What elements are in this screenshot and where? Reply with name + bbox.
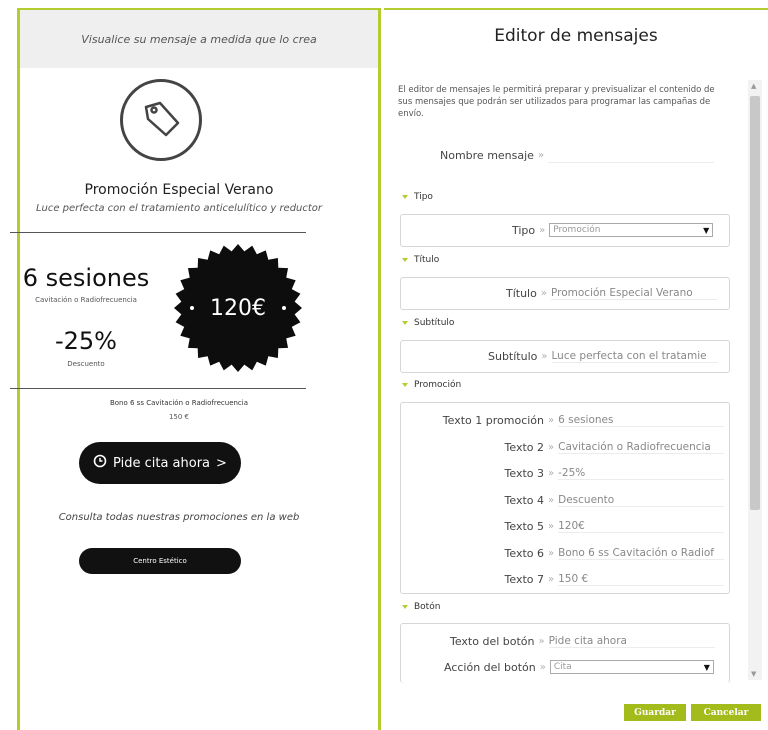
preview-discount-sub: Descuento [67, 360, 105, 368]
promocion-field-label: Texto 4 [504, 493, 544, 507]
separator: » [537, 150, 545, 161]
promocion-field-input[interactable]: 120€ [558, 520, 725, 533]
promocion-field-row: Texto 4 » Descuento [408, 493, 725, 507]
subtitulo-row: Subtítulo » Luce perfecta con el tratami… [488, 350, 718, 363]
preview-divider-top [10, 232, 306, 233]
nombre-mensaje-label: Nombre mensaje [440, 149, 534, 162]
collapse-triangle-icon [402, 258, 408, 262]
titulo-row: Título » Promoción Especial Verano [506, 287, 717, 300]
tipo-label: Tipo [512, 223, 536, 237]
tipo-row: Tipo » Promoción ▼ [512, 223, 714, 237]
subtitulo-label: Subtítulo [488, 350, 538, 363]
editor-scrollbar-thumb[interactable] [750, 96, 760, 510]
subtitulo-input[interactable]: Luce perfecta con el tratamie [551, 350, 718, 363]
separator: » [548, 547, 555, 559]
separator: » [548, 521, 555, 532]
nombre-mensaje-row: Nombre mensaje » [440, 148, 715, 163]
separator: » [548, 574, 555, 585]
section-subtitulo[interactable]: Subtítulo [402, 318, 454, 328]
boton-texto-input[interactable]: Pide cita ahora [548, 635, 715, 648]
separator: » [548, 468, 555, 479]
promocion-field-row: Texto 6 » Bono 6 ss Cavitación o Radiof [408, 546, 725, 560]
editor-intro: El editor de mensajes le permitirá prepa… [398, 85, 715, 119]
promocion-field-input[interactable]: -25% [558, 467, 725, 480]
promocion-field-label: Texto 6 [504, 546, 544, 560]
preview-subtitle: Luce perfecta con el tratamiento anticel… [35, 203, 323, 214]
boton-texto-row: Texto del botón » Pide cita ahora [450, 635, 715, 648]
section-boton[interactable]: Botón [402, 602, 440, 612]
tipo-select[interactable]: Promoción ▼ [549, 223, 714, 237]
titulo-label: Título [506, 287, 537, 300]
titulo-input[interactable]: Promoción Especial Verano [550, 287, 717, 300]
promocion-field-label: Texto 5 [504, 520, 544, 533]
promocion-field-label: Texto 7 [504, 573, 544, 586]
promocion-field-row: Texto 1 promoción » 6 sesiones [408, 414, 725, 427]
cancelar-button[interactable]: Cancelar [691, 704, 761, 721]
promocion-field-row: Texto 2 » Cavitación o Radiofrecuencia [408, 440, 725, 454]
pide-cita-button[interactable]: Pide cita ahora > [79, 442, 241, 484]
dropdown-arrow-icon: ▼ [703, 225, 710, 235]
preview-consulta: Consulta todas nuestras promociones en l… [58, 512, 300, 523]
boton-accion-select[interactable]: Cita ▼ [549, 660, 714, 674]
separator: » [548, 441, 555, 453]
scroll-down-icon[interactable]: ▼ [751, 670, 756, 678]
collapse-triangle-icon [402, 383, 408, 387]
promocion-field-input[interactable]: Descuento [558, 494, 725, 507]
section-titulo[interactable]: Título [402, 255, 439, 265]
collapse-triangle-icon [402, 605, 408, 609]
promocion-field-input[interactable]: 150 € [558, 573, 725, 586]
preview-header: Visualice su mensaje a medida que lo cre… [20, 10, 378, 68]
promocion-field-row: Texto 7 » 150 € [408, 573, 725, 586]
promocion-field-label: Texto 2 [504, 440, 544, 454]
preview-bono: Bono 6 ss Cavitación o Radiofrecuencia [109, 399, 249, 407]
promocion-field-label: Texto 3 [504, 467, 544, 480]
dropdown-arrow-icon: ▼ [703, 662, 710, 672]
separator: » [548, 415, 555, 426]
separator: » [548, 494, 555, 506]
nombre-mensaje-input[interactable] [548, 148, 715, 163]
preview-bono-price: 150 € [168, 413, 190, 421]
boton-accion-row: Acción del botón » Cita ▼ [444, 660, 714, 674]
promocion-field-input[interactable]: Bono 6 ss Cavitación o Radiof [558, 547, 725, 560]
section-tipo[interactable]: Tipo [402, 192, 433, 202]
promocion-field-input[interactable]: Cavitación o Radiofrecuencia [558, 441, 725, 454]
preview-sessions-sub: Cavitación o Radiofrecuencia [35, 296, 137, 304]
scroll-up-icon[interactable]: ▲ [751, 82, 756, 90]
promocion-field-row: Texto 3 » -25% [408, 467, 725, 480]
guardar-button[interactable]: Guardar [624, 704, 686, 721]
editor-title: Editor de mensajes [494, 26, 658, 46]
promocion-field-input[interactable]: 6 sesiones [558, 414, 725, 427]
centro-estetico-button[interactable]: Centro Estético [79, 548, 241, 574]
pide-cita-label: Pide cita ahora [113, 455, 211, 471]
promocion-field-label: Texto 1 promoción [442, 414, 544, 427]
preview-divider-bottom [10, 388, 306, 389]
collapse-triangle-icon [402, 195, 408, 199]
clock-icon [93, 454, 107, 472]
promocion-field-row: Texto 5 » 120€ [408, 520, 725, 533]
preview-discount: -25% [54, 327, 117, 355]
boton-accion-label: Acción del botón [444, 660, 536, 674]
preview-sessions: 6 sesiones [22, 264, 150, 292]
price-tag-icon [120, 79, 202, 161]
editor-top-border [384, 8, 768, 10]
preview-title: Promoción Especial Verano [84, 182, 274, 198]
chevron-right-icon: > [216, 455, 227, 471]
boton-box [400, 623, 730, 683]
boton-texto-label: Texto del botón [450, 635, 535, 648]
preview-price: 120€ [210, 295, 266, 321]
collapse-triangle-icon [402, 321, 408, 325]
section-promocion[interactable]: Promoción [402, 380, 461, 390]
